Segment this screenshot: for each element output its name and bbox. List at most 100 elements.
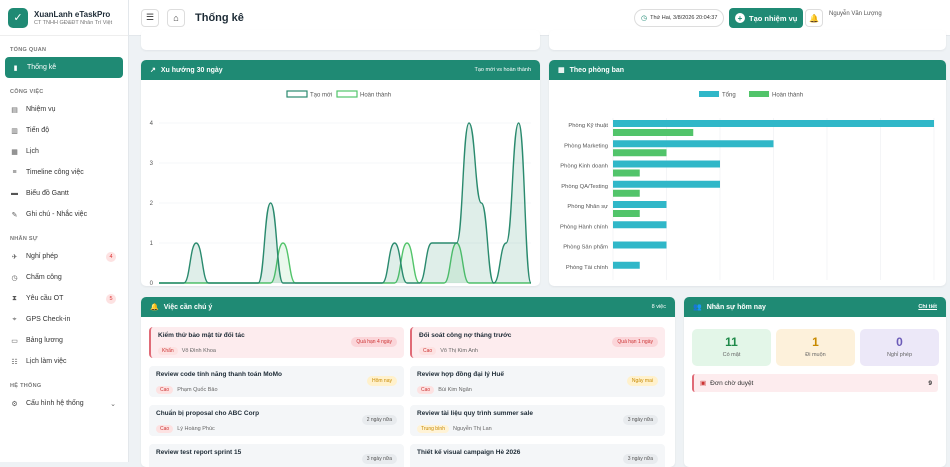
sidebar-item-label: GPS Check-in <box>26 316 71 323</box>
stat-leave: 0 Nghỉ phép <box>860 329 939 366</box>
hourglass-icon: ⧗ <box>12 294 17 302</box>
sidebar-item[interactable]: ▦ Lịch <box>0 141 128 162</box>
brand-company: CT TNHH GĐ&ĐT Nhân Trí Việt <box>34 19 113 26</box>
sidebar-item[interactable]: ✈ Nghỉ phép 4 <box>0 246 128 267</box>
home-icon: ⌂ <box>173 12 179 23</box>
summary-card-right <box>549 30 946 50</box>
task-item[interactable]: Đối soát công nợ tháng trước Cao Võ Thị Ki… <box>410 327 665 358</box>
sidebar-item[interactable]: ✎ Ghi chú - Nhắc việc <box>0 204 128 225</box>
sidebar-item[interactable]: ☷ Lịch làm việc <box>0 351 128 372</box>
legend-swatch <box>749 91 769 97</box>
datetime-text: Thứ Hai, 3/8/2026 20:04:37 <box>650 15 718 21</box>
trend-subtitle: Tạo mới vs hoàn thành <box>474 67 532 73</box>
sidebar-item-label: Cấu hình hệ thống <box>26 400 84 407</box>
chart-icon: ▮ <box>13 64 18 72</box>
chevron-down-icon: ⌄ <box>110 400 116 408</box>
dept-chart: 024681012Phòng Kỹ thuậtPhòng MarketingPh… <box>560 91 935 280</box>
due-badge: Quá hạn 4 ngày <box>351 337 397 347</box>
sidebar-item[interactable]: ▥ Tiến độ <box>0 120 128 141</box>
stat-present: 11 Có mặt <box>692 329 771 366</box>
legend-swatch <box>286 90 308 98</box>
task-title: Review hợp đồng đại lý Huế <box>417 371 504 378</box>
page-title: Thống kê <box>195 11 244 24</box>
task-title: Thiết kế visual campaign Hè 2026 <box>417 449 521 456</box>
menu-toggle-button[interactable]: ☰ <box>141 8 159 27</box>
sidebar-item[interactable]: ▬ Biểu đồ Gantt <box>0 183 128 204</box>
due-badge: 3 ngày nữa <box>622 415 658 425</box>
task-item[interactable]: Review test report sprint 15 3 ngày nữa <box>149 444 404 467</box>
y-tick-label: 4 <box>150 121 154 127</box>
sidebar-item[interactable]: ⧗ Yêu cầu OT 5 <box>0 288 128 309</box>
sidebar-item-label: Thống kê <box>27 64 57 71</box>
new-task-label: Tạo nhiệm vụ <box>749 13 798 23</box>
brand[interactable]: ✓ XuanLanh eTaskPro CT TNHH GĐ&ĐT Nhân T… <box>0 0 128 36</box>
sidebar-nav: TỔNG QUAN ▮ Thống kê CÔNG VIỆC ▤ Nhiệm vụ ▥ Tiế… <box>0 47 128 414</box>
task-title: Review code tính năng thanh toán MoMo <box>156 371 283 378</box>
attention-card-header: 🔔 Việc cần chú ý 8 việc <box>141 297 675 317</box>
sidebar-item[interactable]: ▮ Thống kê <box>5 57 123 78</box>
sidebar-item[interactable]: ◷ Chấm công <box>0 267 128 288</box>
task-item[interactable]: Review code tính năng thanh toán MoMo Cao… <box>149 366 404 397</box>
task-item[interactable]: Review tài liệu quy trình summer sale Tru… <box>410 405 665 436</box>
y-tick-label: 1 <box>150 241 154 247</box>
nav-section-title: CÔNG VIỆC <box>10 89 44 95</box>
sidebar: ✓ XuanLanh eTaskPro CT TNHH GĐ&ĐT Nhân T… <box>0 0 129 462</box>
sidebar-item[interactable]: ≡ Timeline công việc <box>0 162 128 183</box>
y-tick-label: 2 <box>150 201 154 207</box>
bar-1 <box>613 169 640 177</box>
settings-icon: ⚙ <box>11 400 18 408</box>
pin-icon: ⌖ <box>12 315 17 323</box>
trend-card: ↗ Xu hướng 30 ngày Tạo mới vs hoàn thành… <box>141 60 540 286</box>
nav-section-title: HỆ THỐNG <box>10 383 42 389</box>
sidebar-item-label: Lịch <box>26 148 39 155</box>
due-badge: Hôm nay <box>366 376 397 386</box>
user-name[interactable]: Nguyễn Văn Lượng <box>829 11 882 17</box>
legend-label: Tạo mới <box>310 93 332 99</box>
sidebar-item-label: Tiến độ <box>26 127 50 134</box>
bar-0 <box>613 261 640 269</box>
stat-late-label: Đi muộn <box>805 352 826 358</box>
priority-badge: Cao <box>419 347 437 355</box>
task-assignee: Nguyễn Thị Lan <box>453 426 492 432</box>
gantt-icon: ▬ <box>11 190 18 197</box>
sidebar-item-label: Nghỉ phép <box>26 253 58 260</box>
sidebar-item[interactable]: ▤ Nhiệm vụ <box>0 99 128 120</box>
legend-swatch <box>699 91 719 97</box>
pending-value: 9 <box>928 379 932 387</box>
task-item[interactable]: Kiểm thử bảo mật từ đối tác Khẩn Võ Đình K… <box>149 327 404 358</box>
task-title: Chuẩn bị proposal cho ABC Corp <box>156 410 260 417</box>
category-label: Phòng QA/Testing <box>561 184 608 190</box>
bell-icon: 🔔 <box>809 13 819 23</box>
task-assignee: Lý Hoàng Phúc <box>177 426 215 432</box>
sidebar-item[interactable]: ⚙ Cấu hình hệ thống ⌄ <box>0 393 128 414</box>
priority-badge: Trung bình <box>417 425 449 433</box>
attention-title: Việc cần chú ý <box>163 303 213 311</box>
stat-late: 1 Đi muộn <box>776 329 855 366</box>
y-tick-label: 0 <box>150 281 154 286</box>
home-button[interactable]: ⌂ <box>167 8 185 27</box>
task-title: Review test report sprint 15 <box>156 449 242 456</box>
sidebar-item[interactable]: ⌖ GPS Check-in <box>0 309 128 330</box>
task-item[interactable]: Chuẩn bị proposal cho ABC Corp Cao Lý Hoàn… <box>149 405 404 436</box>
money-icon: ▭ <box>11 337 18 345</box>
briefcase-icon: ▤ <box>11 106 18 114</box>
new-task-button[interactable]: + Tạo nhiệm vụ <box>729 8 804 28</box>
task-item[interactable]: Review hợp đồng đại lý Huế Cao Bùi Kim Ngâ… <box>410 366 665 397</box>
category-label: Phòng Hành chính <box>560 224 608 230</box>
staff-detail-link[interactable]: Chi tiết <box>918 304 937 310</box>
sidebar-item[interactable]: ▭ Bảng lương <box>0 330 128 351</box>
bell-icon: 🔔 <box>150 304 159 311</box>
notification-button[interactable]: 🔔 <box>805 9 823 27</box>
count-badge: 5 <box>106 293 116 304</box>
task-item[interactable]: Thiết kế visual campaign Hè 2026 3 ngày n… <box>410 444 665 467</box>
legend-label: Hoàn thành <box>360 93 391 99</box>
bar-0 <box>613 201 667 208</box>
staff-title: Nhân sự hôm nay <box>706 303 766 311</box>
datetime-pill: ◷ Thứ Hai, 3/8/2026 20:04:37 <box>634 9 725 27</box>
nav-section-title: NHÂN SỰ <box>10 236 38 242</box>
pending-requests[interactable]: ▣ Đơn chờ duyệt 9 <box>692 374 938 392</box>
due-badge: 2 ngày nữa <box>361 415 397 425</box>
stat-present-value: 11 <box>725 335 738 349</box>
attention-count: 8 việc <box>651 304 666 310</box>
trend-title: Xu hướng 30 ngày <box>160 66 223 74</box>
